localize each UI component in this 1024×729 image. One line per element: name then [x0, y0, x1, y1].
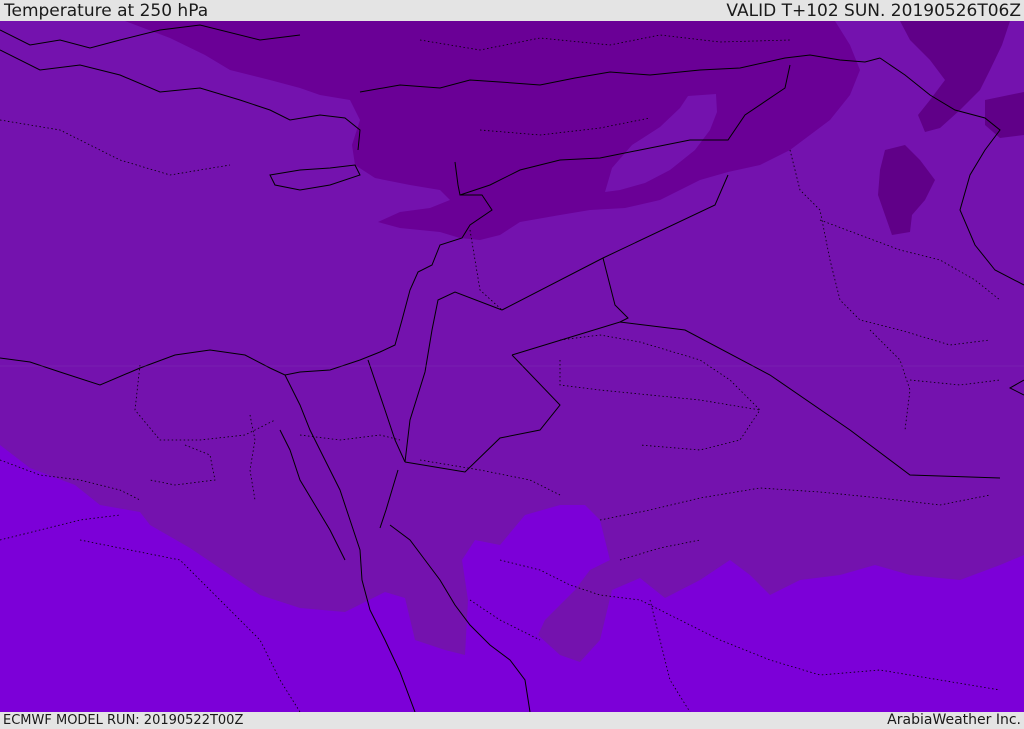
map-title: Temperature at 250 hPa [4, 1, 209, 21]
header-bar: Temperature at 250 hPa VALID T+102 SUN. … [0, 0, 1024, 21]
model-run-label: ECMWF MODEL RUN: 20190522T00Z [3, 713, 244, 728]
credit-label: ArabiaWeather Inc. [887, 712, 1021, 728]
weather-map[interactable] [0, 21, 1024, 712]
footer-bar: ECMWF MODEL RUN: 20190522T00Z ArabiaWeat… [0, 712, 1024, 729]
valid-time: VALID T+102 SUN. 20190526T06Z [726, 1, 1021, 21]
